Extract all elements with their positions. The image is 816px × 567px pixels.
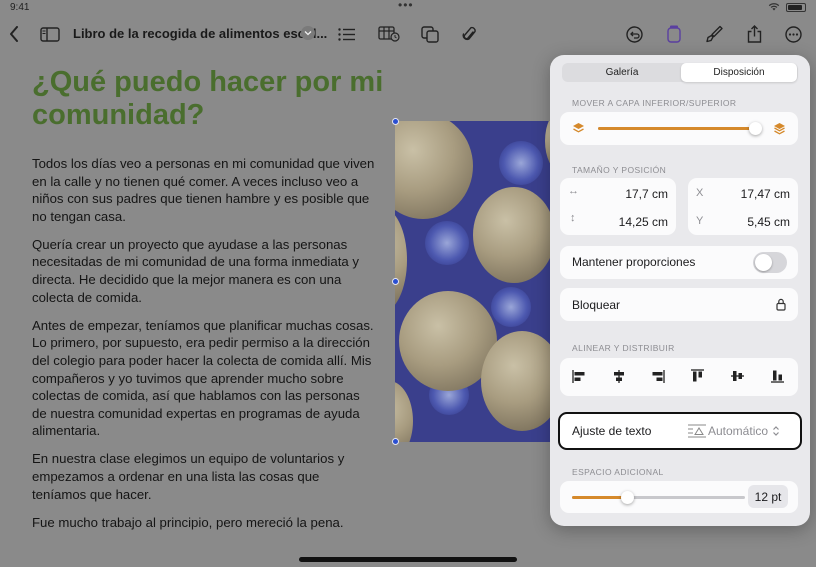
egg (473, 187, 551, 283)
text-wrap-value[interactable]: Automático (708, 424, 768, 438)
align-bottom-icon[interactable] (764, 358, 790, 394)
more-icon[interactable] (784, 16, 802, 52)
list-icon[interactable] (338, 16, 356, 52)
chevron-down-icon[interactable] (301, 26, 315, 40)
eggs-image[interactable] (395, 121, 551, 442)
share-icon[interactable] (746, 16, 762, 52)
segmented-control: Galería Disposición (562, 63, 798, 82)
paragraph[interactable]: Todos los días veo a personas en mi comu… (32, 155, 377, 225)
spacing-slider[interactable] (572, 496, 745, 499)
text-wrap-row[interactable]: Ajuste de texto Automático (558, 412, 802, 450)
egg (395, 207, 407, 313)
battery-icon (786, 3, 806, 12)
paintbrush-icon[interactable] (705, 16, 723, 52)
text-wrap-label: Ajuste de texto (572, 424, 652, 438)
x-label: X (696, 187, 704, 199)
undo-icon[interactable] (625, 16, 643, 52)
paragraph[interactable]: En nuestra clase elegimos un equipo de v… (32, 450, 377, 503)
wifi-icon (768, 3, 780, 11)
egg-cup (491, 287, 531, 327)
y-label: Y (696, 215, 704, 227)
egg (395, 121, 473, 219)
tab-gallery[interactable]: Galería (564, 63, 680, 82)
sidebar-icon[interactable] (40, 16, 60, 52)
selection-handle[interactable] (392, 438, 399, 445)
layer-front-icon[interactable] (773, 122, 786, 135)
chevron-updown-icon[interactable] (772, 425, 780, 437)
spacing-section-label: ESPACIO ADICIONAL (572, 467, 664, 477)
height-arrows-icon: ↕ (570, 212, 576, 224)
align-left-icon[interactable] (566, 358, 592, 394)
paragraph[interactable]: Antes de empezar, teníamos que planifica… (32, 317, 377, 440)
size-section-label: TAMAÑO Y POSICIÓN (572, 165, 667, 175)
align-section-label: ALINEAR Y DISTRIBUIR (572, 343, 675, 353)
egg-cup (425, 221, 469, 265)
home-indicator[interactable] (299, 557, 517, 562)
align-top-icon[interactable] (684, 358, 710, 394)
text-wrap-icon (688, 424, 706, 438)
align-center-icon[interactable] (606, 358, 632, 394)
lock-card[interactable]: Bloquear (560, 288, 798, 321)
align-card (560, 358, 798, 396)
position-card: X 17,47 cm Y 5,45 cm (688, 178, 798, 235)
toolbar: Libro de la recogida de alimentos escol.… (0, 16, 816, 52)
y-value[interactable]: 5,45 cm (747, 215, 790, 229)
back-icon[interactable] (6, 16, 22, 52)
body-text[interactable]: Todos los días veo a personas en mi comu… (32, 155, 377, 542)
document-title[interactable]: Libro de la recogida de alimentos escol.… (73, 26, 327, 41)
egg-cup (499, 141, 543, 185)
height-value[interactable]: 14,25 cm (619, 215, 668, 229)
format-panel: Galería Disposición MOVER A CAPA INFERIO… (550, 55, 810, 526)
status-time: 9:41 (10, 2, 30, 13)
status-bar: 9:41 ••• (0, 0, 816, 16)
spacing-card: 12 pt (560, 481, 798, 513)
constrain-toggle[interactable] (753, 252, 787, 273)
constrain-card: Mantener proporciones (560, 246, 798, 279)
width-value[interactable]: 17,7 cm (625, 187, 668, 201)
layer-slider-knob[interactable] (749, 122, 762, 135)
shapes-icon[interactable] (421, 16, 439, 52)
spacing-slider-knob[interactable] (621, 491, 635, 504)
selection-handle[interactable] (392, 278, 399, 285)
lock-label: Bloquear (572, 298, 621, 312)
align-middle-icon[interactable] (724, 358, 750, 394)
x-value[interactable]: 17,47 cm (741, 187, 790, 201)
constrain-label: Mantener proporciones (572, 255, 696, 269)
selection-handle[interactable] (392, 118, 399, 125)
layer-card (560, 112, 798, 145)
lock-icon (776, 298, 786, 311)
color-fill-icon[interactable] (666, 16, 682, 52)
page-heading[interactable]: ¿Qué puedo hacer por mi comunidad? (32, 66, 392, 132)
spacing-value[interactable]: 12 pt (748, 485, 788, 508)
paragraph[interactable]: Quería crear un proyecto que ayudase a l… (32, 236, 377, 306)
layer-slider[interactable] (598, 127, 758, 130)
egg (395, 381, 413, 442)
egg (481, 331, 551, 431)
table-media-icon[interactable] (378, 16, 400, 52)
align-right-icon[interactable] (645, 358, 671, 394)
layer-section-label: MOVER A CAPA INFERIOR/SUPERIOR (572, 98, 737, 108)
size-card: ↔ 17,7 cm ↕ 14,25 cm (560, 178, 676, 235)
attachment-icon[interactable] (461, 16, 477, 52)
width-arrows-icon: ↔ (568, 185, 579, 197)
multitask-dots[interactable]: ••• (398, 0, 414, 12)
paragraph[interactable]: Fue mucho trabajo al principio, pero mer… (32, 514, 377, 532)
layer-back-icon[interactable] (572, 122, 585, 135)
tab-arrange[interactable]: Disposición (681, 63, 797, 82)
